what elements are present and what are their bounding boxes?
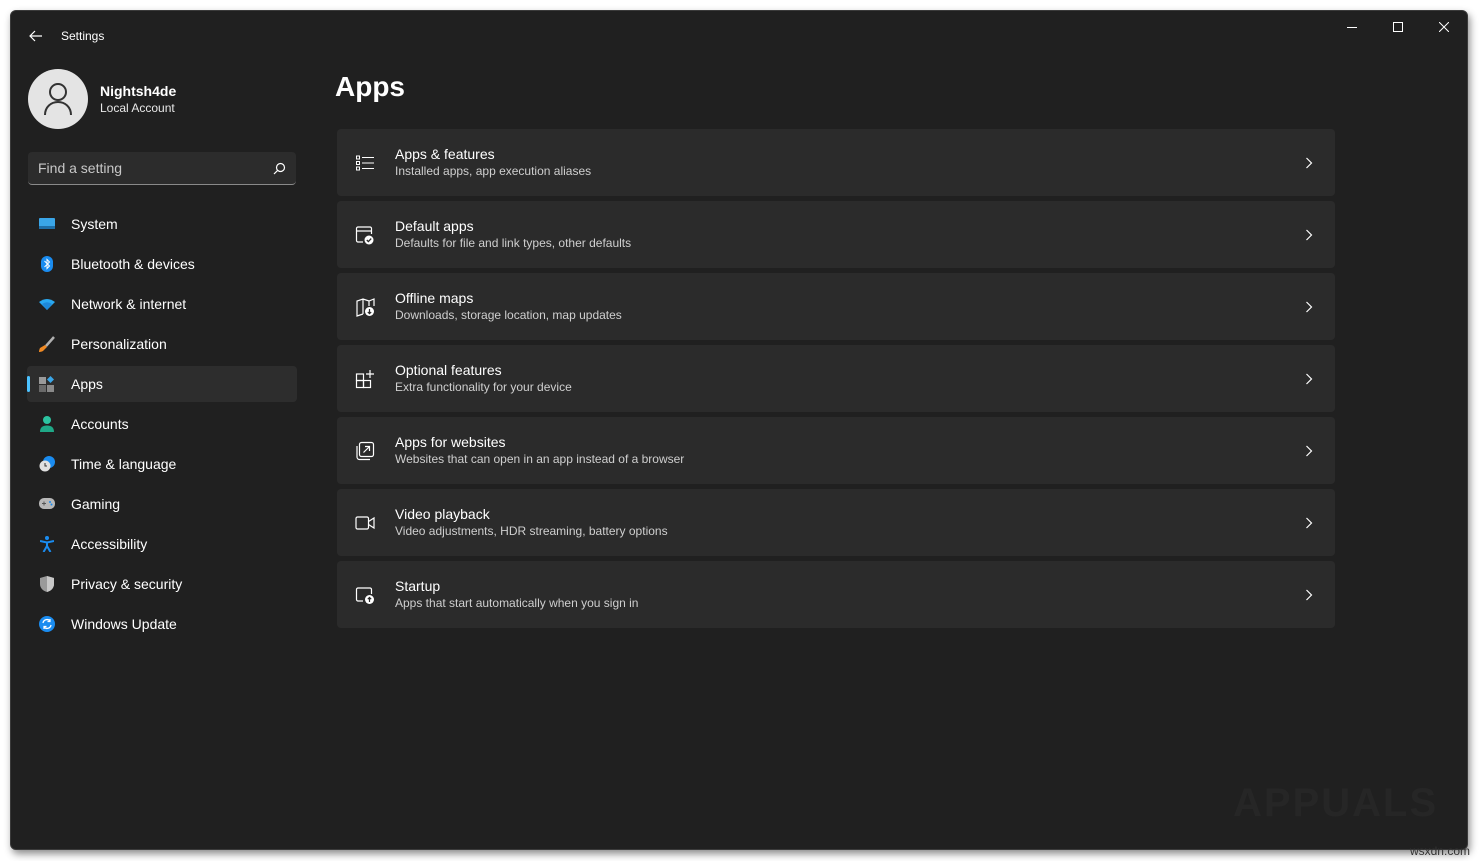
video-camera-icon (355, 513, 375, 533)
card-title: Apps for websites (395, 434, 506, 450)
person-outline-icon (44, 83, 72, 116)
card-apps-features[interactable]: Apps & features Installed apps, app exec… (337, 129, 1335, 196)
user-profile[interactable]: Nightsh4de Local Account (28, 69, 176, 129)
card-title: Video playback (395, 506, 490, 522)
sidebar-item-label: Apps (71, 376, 103, 392)
sidebar-nav: System Bluetooth & devices Network & int… (27, 206, 297, 646)
sidebar-item-label: Time & language (71, 456, 177, 472)
card-startup[interactable]: Startup Apps that start automatically wh… (337, 561, 1335, 628)
title-bar: Settings (11, 11, 1467, 59)
close-button[interactable] (1421, 11, 1467, 43)
sidebar-item-network[interactable]: Network & internet (27, 286, 297, 322)
minimize-button[interactable] (1329, 11, 1375, 43)
close-icon (1439, 22, 1449, 32)
card-subtitle: Apps that start automatically when you s… (395, 596, 639, 610)
sidebar-item-label: System (71, 216, 118, 232)
default-apps-icon (355, 225, 375, 245)
watermark-credit: wsxdn.com (1409, 844, 1470, 858)
chevron-right-icon (1301, 155, 1317, 171)
sidebar-item-bluetooth[interactable]: Bluetooth & devices (27, 246, 297, 282)
sidebar-item-label: Windows Update (71, 616, 177, 632)
maximize-icon (1393, 22, 1403, 32)
monitor-icon (39, 216, 55, 232)
profile-name: Nightsh4de (100, 83, 177, 99)
sidebar-item-personalization[interactable]: Personalization (27, 326, 297, 362)
minimize-icon (1347, 27, 1357, 28)
sidebar-item-label: Bluetooth & devices (71, 256, 195, 272)
watermark-logo: APPUALS (1233, 781, 1439, 825)
map-download-icon (355, 297, 375, 317)
sidebar-item-accounts[interactable]: Accounts (27, 406, 297, 442)
card-subtitle: Video adjustments, HDR streaming, batter… (395, 524, 668, 538)
sidebar-item-gaming[interactable]: Gaming (27, 486, 297, 522)
sidebar-item-windows-update[interactable]: Windows Update (27, 606, 297, 642)
window-controls (1329, 11, 1467, 43)
back-arrow-icon (29, 30, 42, 42)
grid-add-icon (355, 369, 375, 389)
card-apps-for-websites[interactable]: Apps for websites Websites that can open… (337, 417, 1335, 484)
startup-icon (355, 585, 375, 605)
chevron-right-icon (1301, 515, 1317, 531)
chevron-right-icon (1301, 587, 1317, 603)
app-title: Settings (61, 29, 105, 43)
apps-icon (39, 376, 55, 392)
chevron-right-icon (1301, 227, 1317, 243)
card-title: Offline maps (395, 290, 474, 306)
search-input[interactable] (38, 160, 273, 176)
card-subtitle: Installed apps, app execution aliases (395, 164, 592, 178)
search-icon[interactable] (273, 162, 286, 175)
bluetooth-icon (39, 256, 55, 272)
card-offline-maps[interactable]: Offline maps Downloads, storage location… (337, 273, 1335, 340)
page-title: Apps (335, 71, 405, 102)
sidebar-item-accessibility[interactable]: Accessibility (27, 526, 297, 562)
account-type: Local Account (100, 101, 175, 115)
chevron-right-icon (1301, 299, 1317, 315)
accessibility-icon (39, 536, 55, 552)
card-title: Optional features (395, 362, 502, 378)
person-icon (39, 416, 55, 432)
card-subtitle: Downloads, storage location, map updates (395, 308, 622, 322)
card-subtitle: Websites that can open in an app instead… (395, 452, 685, 466)
open-in-app-icon (355, 441, 375, 461)
card-title: Default apps (395, 218, 474, 234)
paintbrush-icon (39, 336, 55, 352)
back-button[interactable] (25, 25, 47, 47)
card-default-apps[interactable]: Default apps Defaults for file and link … (337, 201, 1335, 268)
card-title: Startup (395, 578, 441, 594)
settings-list: Apps & features Installed apps, app exec… (337, 129, 1335, 633)
card-optional-features[interactable]: Optional features Extra functionality fo… (337, 345, 1335, 412)
list-icon (355, 153, 375, 173)
card-title: Apps & features (395, 146, 495, 162)
chevron-right-icon (1301, 443, 1317, 459)
sidebar-item-label: Accessibility (71, 536, 148, 552)
sidebar-item-label: Personalization (71, 336, 167, 352)
card-video-playback[interactable]: Video playback Video adjustments, HDR st… (337, 489, 1335, 556)
sidebar-item-label: Gaming (71, 496, 121, 512)
sidebar-item-system[interactable]: System (27, 206, 297, 242)
globe-clock-icon (39, 456, 55, 472)
sidebar-item-label: Network & internet (71, 296, 187, 312)
shield-icon (39, 576, 55, 592)
avatar (28, 69, 88, 129)
settings-window: Settings Nightsh4de Local Account Find a… (10, 10, 1468, 850)
wifi-icon (39, 296, 55, 312)
chevron-right-icon (1301, 371, 1317, 387)
sidebar-item-label: Accounts (71, 416, 129, 432)
card-subtitle: Defaults for file and link types, other … (395, 236, 632, 250)
gamepad-icon (39, 496, 55, 512)
sidebar-item-apps[interactable]: Apps (27, 366, 297, 402)
maximize-button[interactable] (1375, 11, 1421, 43)
search-box[interactable] (28, 152, 296, 185)
card-subtitle: Extra functionality for your device (395, 380, 572, 394)
sidebar-item-time-language[interactable]: Time & language (27, 446, 297, 482)
sidebar-item-label: Privacy & security (71, 576, 183, 592)
update-icon (39, 616, 55, 632)
sidebar-item-privacy[interactable]: Privacy & security (27, 566, 297, 602)
